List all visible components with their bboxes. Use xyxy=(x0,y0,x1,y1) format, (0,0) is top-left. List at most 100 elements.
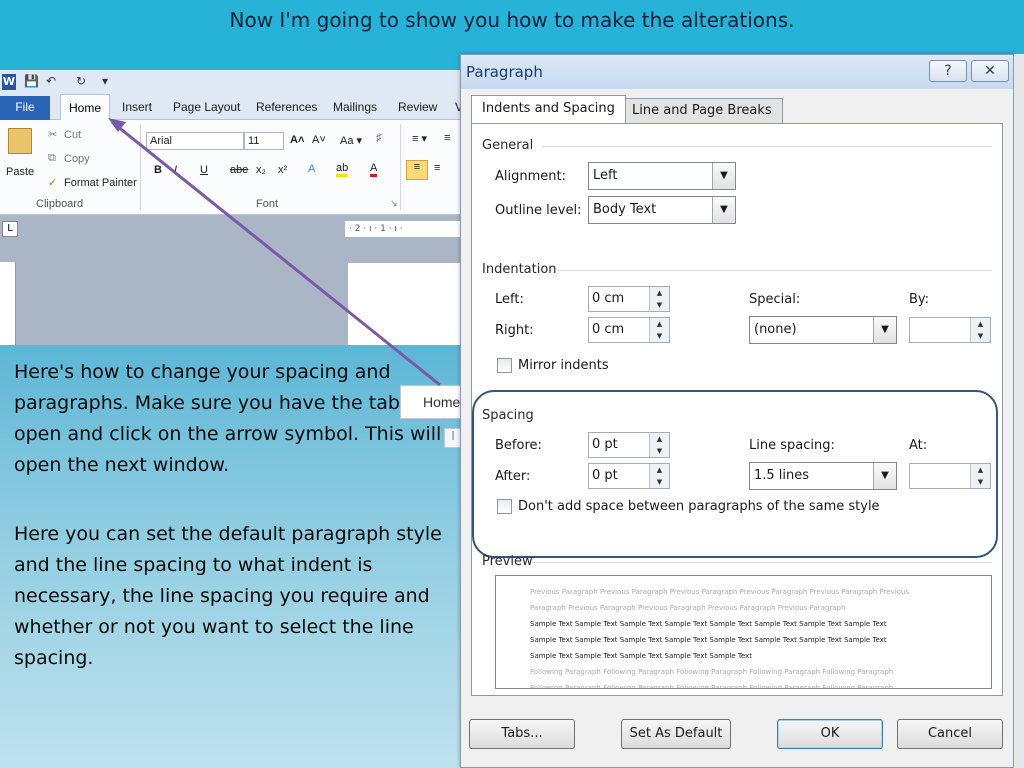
outline-level-select[interactable]: Body Text ▼ xyxy=(588,196,736,224)
word-screenshot: W 💾 ↶ ↻ ▾ File Home Insert Page Layout R… xyxy=(0,70,462,345)
indent-right-input[interactable]: 0 cm ▲ ▼ xyxy=(588,317,670,343)
font-color-icon[interactable]: A xyxy=(370,162,378,177)
section-divider xyxy=(542,146,992,147)
section-divider xyxy=(532,562,992,563)
copy-button[interactable]: Copy xyxy=(64,153,90,165)
superscript-icon[interactable]: x² xyxy=(278,164,287,176)
slide-title: Now I'm going to show you how to make th… xyxy=(229,8,795,32)
align-left-icon[interactable]: ≡ xyxy=(406,160,428,180)
clipboard-group-label: Clipboard xyxy=(36,198,84,210)
special-label: Special: xyxy=(749,292,801,307)
bold-icon[interactable]: B xyxy=(154,164,162,176)
copy-icon: ⧉ xyxy=(48,152,56,164)
vertical-ruler xyxy=(0,262,16,345)
highlight-icon[interactable]: ab xyxy=(336,162,349,177)
paste-button[interactable]: Paste xyxy=(6,166,34,178)
redo-icon[interactable]: ↻ xyxy=(76,74,86,88)
bullets-icon[interactable]: ≡ ▾ xyxy=(412,132,427,145)
save-icon[interactable]: 💾 xyxy=(24,74,39,88)
dialog-title: Paragraph xyxy=(466,63,543,81)
group-divider xyxy=(400,124,401,210)
cancel-button[interactable]: Cancel xyxy=(897,719,1003,749)
group-divider xyxy=(140,124,141,210)
horizontal-ruler: · 2 · ı · 1 · ı · xyxy=(345,221,462,237)
explanation-panel: Here's how to change your spacing and pa… xyxy=(0,345,462,768)
preview-line: Sample Text Sample Text Sample Text Samp… xyxy=(530,636,887,644)
change-case-icon[interactable]: Aa ▾ xyxy=(340,134,362,147)
document-area: L · 2 · ı · 1 · ı · xyxy=(0,215,462,345)
grow-font-icon[interactable]: A˄ xyxy=(290,134,304,146)
spinner-icon[interactable]: ▲ ▼ xyxy=(970,318,990,342)
indent-left-value: 0 cm xyxy=(592,291,625,306)
text-effects-icon[interactable]: A xyxy=(308,163,315,175)
quick-access-toolbar: W 💾 ↶ ↻ ▾ xyxy=(0,70,462,94)
format-painter-button[interactable]: Format Painter xyxy=(64,177,137,189)
home-tab-zoom: Home xyxy=(400,385,462,419)
font-dialog-launcher-icon[interactable]: ↘ xyxy=(390,198,398,209)
preview-line: Sample Text Sample Text Sample Text Samp… xyxy=(530,652,753,660)
by-label: By: xyxy=(909,292,930,307)
special-value: (none) xyxy=(754,322,797,337)
help-button[interactable]: ? xyxy=(929,60,967,82)
tab-line-page-breaks[interactable]: Line and Page Breaks xyxy=(621,98,783,123)
explanation-paragraph-2: Here you can set the default paragraph s… xyxy=(14,523,442,669)
underline-icon[interactable]: U xyxy=(200,164,208,176)
tab-indents-spacing[interactable]: Indents and Spacing xyxy=(471,95,626,123)
tab-selector[interactable]: L xyxy=(2,221,18,237)
indent-left-input[interactable]: 0 cm ▲ ▼ xyxy=(588,286,670,312)
section-divider xyxy=(558,270,992,271)
tab-review[interactable]: Review xyxy=(398,100,437,114)
paste-icon[interactable] xyxy=(8,128,32,154)
preview-line: Following Paragraph Following Paragraph … xyxy=(530,668,894,676)
preview-line: Following Paragraph Following Paragraph … xyxy=(530,684,894,689)
cut-icon: ✂ xyxy=(48,129,58,141)
indent-left-label: Left: xyxy=(495,292,524,307)
tab-references[interactable]: References xyxy=(256,100,317,114)
tab-mailings[interactable]: Mailings xyxy=(333,100,377,114)
clear-format-icon[interactable]: ♯ xyxy=(376,132,382,144)
chevron-down-icon[interactable]: ▼ xyxy=(873,317,896,343)
undo-icon[interactable]: ↶ xyxy=(46,74,56,88)
italic-icon[interactable]: I xyxy=(174,164,177,176)
mirror-indents-checkbox[interactable] xyxy=(497,358,512,373)
spinner-icon[interactable]: ▲ ▼ xyxy=(649,287,669,311)
by-input[interactable]: ▲ ▼ xyxy=(909,317,991,343)
ok-button[interactable]: OK xyxy=(777,719,883,749)
align-center-icon[interactable]: ≡ xyxy=(434,162,440,174)
outline-level-value: Body Text xyxy=(593,202,657,217)
chevron-down-icon[interactable]: ▼ xyxy=(712,163,735,189)
font-name-select[interactable]: Arial xyxy=(146,132,244,150)
dialog-body: General Alignment: Left ▼ Outline level:… xyxy=(471,123,1003,696)
font-size-select[interactable]: 11 xyxy=(244,132,284,150)
special-select[interactable]: (none) ▼ xyxy=(749,316,897,344)
preview-line: Sample Text Sample Text Sample Text Samp… xyxy=(530,620,887,628)
numbering-icon[interactable]: ≡ xyxy=(444,132,450,144)
shrink-font-icon[interactable]: A˅ xyxy=(312,134,326,146)
tab-page-layout[interactable]: Page Layout xyxy=(173,100,240,114)
preview-box: Previous Paragraph Previous Paragraph Pr… xyxy=(495,575,992,689)
close-button[interactable]: ✕ xyxy=(971,60,1009,82)
font-group-label: Font xyxy=(256,198,279,210)
word-logo-icon: W xyxy=(2,74,16,90)
ribbon-home: Paste ✂ Cut ⧉ Copy ✓ Format Painter Clip… xyxy=(0,120,462,215)
general-heading: General xyxy=(482,138,534,153)
chevron-down-icon[interactable]: ▼ xyxy=(712,197,735,223)
tab-file[interactable]: File xyxy=(0,96,50,120)
strikethrough-icon[interactable]: abe xyxy=(230,164,248,176)
document-page[interactable] xyxy=(348,263,462,345)
customize-qat-icon[interactable]: ▾ xyxy=(102,74,108,88)
format-painter-icon: ✓ xyxy=(48,177,58,189)
alignment-select[interactable]: Left ▼ xyxy=(588,162,736,190)
preview-line: Paragraph Previous Paragraph Previous Pa… xyxy=(530,604,846,612)
dialog-titlebar: Paragraph ? ✕ xyxy=(461,55,1013,89)
tabs-button[interactable]: Tabs... xyxy=(469,719,575,749)
subscript-icon[interactable]: x₂ xyxy=(256,164,266,176)
explanation-paragraph-1: Here's how to change your spacing and pa… xyxy=(14,361,442,476)
tab-insert[interactable]: Insert xyxy=(122,100,152,114)
tab-home[interactable]: Home xyxy=(60,94,110,121)
cut-button[interactable]: Cut xyxy=(64,129,81,141)
mirror-indents-label: Mirror indents xyxy=(518,358,609,373)
set-as-default-button[interactable]: Set As Default xyxy=(621,719,731,749)
spinner-icon[interactable]: ▲ ▼ xyxy=(649,318,669,342)
alignment-label: Alignment: xyxy=(495,169,566,184)
